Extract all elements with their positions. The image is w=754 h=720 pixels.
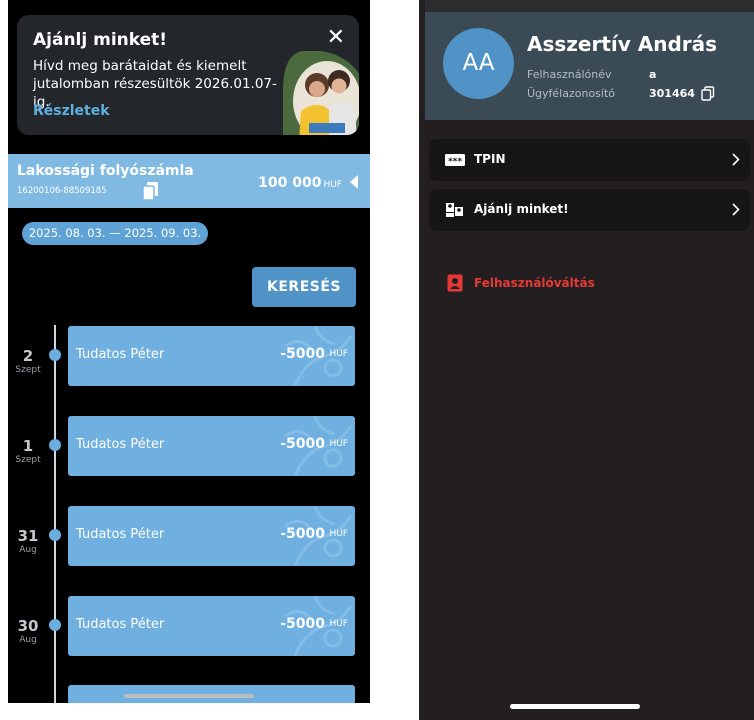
client-id-label: Ügyfélazonosító <box>527 87 616 100</box>
transactions-screen: Ajánlj minket! Hívd meg barátaidat és ki… <box>8 0 370 703</box>
date-range-filter[interactable]: 2025. 08. 03. — 2025. 09. 03. <box>22 222 208 245</box>
transaction-name: Tudatos Péter <box>76 617 165 632</box>
search-button[interactable]: KERESÉS <box>252 267 356 307</box>
home-indicator[interactable] <box>510 704 640 709</box>
svg-text:***: *** <box>448 157 462 167</box>
timeline-dot <box>49 439 61 451</box>
transaction-amount: -5000 <box>280 346 325 362</box>
timeline-dot <box>49 619 61 631</box>
switch-user-label: Felhasználóváltás <box>474 276 595 290</box>
menu-label-refer: Ajánlj minket! <box>474 202 569 216</box>
promo-photo <box>283 51 359 135</box>
transaction-day: 1 <box>22 437 34 455</box>
transaction-month: Szept <box>15 365 41 375</box>
chevron-right-icon <box>732 153 740 166</box>
menu-item-tpin[interactable]: *** TPIN <box>429 139 750 181</box>
menu-label-tpin: TPIN <box>474 152 506 166</box>
triangle-left-icon[interactable] <box>350 175 358 189</box>
balance-value: 100 000 <box>258 175 322 191</box>
copy-icon[interactable] <box>142 181 160 201</box>
transaction-currency: HUF <box>329 349 348 359</box>
timeline-dot <box>49 349 61 361</box>
balance-currency: HUF <box>323 180 342 190</box>
username-value: a <box>649 68 657 81</box>
timeline-dot <box>49 529 61 541</box>
username-label: Felhasználónév <box>527 68 612 81</box>
account-number: 16200106-88509185 <box>17 186 107 196</box>
transaction-month: Aug <box>19 545 37 555</box>
home-indicator[interactable] <box>124 694 254 698</box>
account-name: Lakossági folyószámla <box>17 163 194 179</box>
transaction-currency: HUF <box>329 529 348 539</box>
account-summary-bar[interactable]: Lakossági folyószámla 16200106-88509185 … <box>8 154 370 208</box>
header-strip <box>425 0 754 12</box>
transaction-name: Tudatos Péter <box>76 347 165 362</box>
transaction-name: Tudatos Péter <box>76 437 165 452</box>
transaction-row[interactable]: 2 Szept Tudatos Péter -5000 HUF <box>8 325 370 387</box>
transaction-day: 2 <box>22 347 34 365</box>
promo-details-link[interactable]: Részletek <box>33 103 110 119</box>
transaction-amount: -5000 <box>280 526 325 542</box>
transaction-amount: -5000 <box>280 616 325 632</box>
promo-title: Ajánlj minket! <box>33 30 168 50</box>
close-icon[interactable]: ✕ <box>327 27 345 49</box>
copy-icon[interactable] <box>701 86 715 101</box>
transaction-row[interactable]: 31 Aug Tudatos Péter -5000 HUF <box>8 505 370 567</box>
account-balance: 100 000 HUF <box>258 175 342 191</box>
profile-screen: AA Asszertív András Felhasználónév a Ügy… <box>419 0 754 720</box>
password-icon: *** <box>445 154 465 167</box>
profile-name: Asszertív András <box>527 32 718 56</box>
menu-item-refer[interactable]: Ajánlj minket! <box>429 189 750 231</box>
user-switch-icon <box>447 274 463 292</box>
transaction-card[interactable]: Tudatos Péter -5000 HUF <box>68 506 355 566</box>
transaction-card[interactable]: Tudatos Péter -5000 HUF <box>68 596 355 656</box>
transaction-currency: HUF <box>329 439 348 449</box>
transaction-day: 31 <box>17 527 39 545</box>
transaction-row[interactable]: 30 Aug Tudatos Péter -5000 HUF <box>8 595 370 657</box>
transaction-name: Tudatos Péter <box>76 527 165 542</box>
avatar: AA <box>443 28 514 99</box>
chevron-right-icon <box>732 203 740 216</box>
transaction-currency: HUF <box>329 619 348 629</box>
transaction-amount: -5000 <box>280 436 325 452</box>
transaction-card[interactable]: Tudatos Péter -5000 HUF <box>68 416 355 476</box>
transaction-row[interactable]: 1 Szept Tudatos Péter -5000 HUF <box>8 415 370 477</box>
transaction-card[interactable]: Tudatos Péter -5000 HUF <box>68 326 355 386</box>
refer-friends-icon <box>446 203 463 217</box>
transaction-month: Szept <box>15 455 41 465</box>
profile-header: AA Asszertív András Felhasználónév a Ügy… <box>425 12 754 120</box>
transaction-day: 30 <box>17 617 39 635</box>
transaction-month: Aug <box>19 635 37 645</box>
client-id-value: 301464 <box>649 87 695 100</box>
referral-promo-card[interactable]: Ajánlj minket! Hívd meg barátaidat és ki… <box>17 15 359 135</box>
